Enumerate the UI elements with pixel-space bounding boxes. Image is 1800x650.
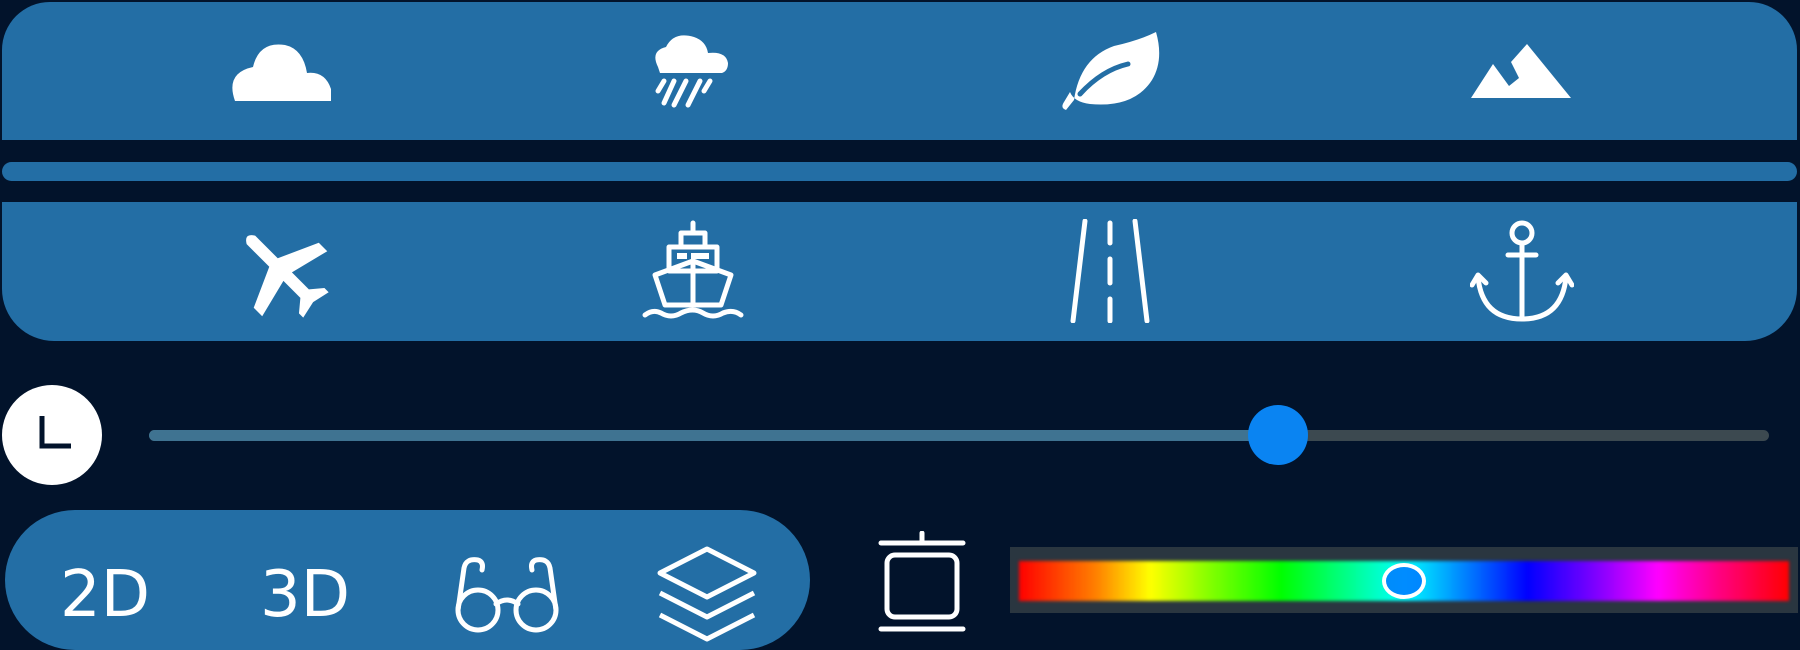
layers-icon xyxy=(657,546,757,642)
layers-button[interactable] xyxy=(647,540,767,650)
airplane-icon xyxy=(246,235,329,318)
time-slider-fill xyxy=(149,430,1279,441)
cloud-layer-button[interactable] xyxy=(221,16,341,126)
vegetation-layer-button[interactable] xyxy=(1052,16,1172,126)
road-layer-button[interactable] xyxy=(1050,216,1170,326)
port-layer-button[interactable] xyxy=(1462,216,1582,326)
transport-layer-panel xyxy=(2,202,1797,341)
frame-icon xyxy=(878,531,966,632)
leaf-icon xyxy=(1062,32,1160,110)
time-slider[interactable] xyxy=(149,405,1769,465)
cloud-icon xyxy=(232,44,331,101)
rain-layer-button[interactable] xyxy=(632,16,752,126)
clock-button[interactable] xyxy=(2,385,102,485)
ship-layer-button[interactable] xyxy=(633,216,753,326)
rain-cloud-icon xyxy=(655,35,728,108)
anchor-icon xyxy=(1470,220,1574,322)
clock-icon xyxy=(39,416,71,449)
stereo-view-button[interactable] xyxy=(447,540,567,650)
air-traffic-layer-button[interactable] xyxy=(222,216,342,326)
road-icon xyxy=(1070,219,1150,323)
view-mode-panel: 2D 3D xyxy=(5,510,810,650)
frame-tool-button[interactable] xyxy=(868,528,976,638)
2d-view-button[interactable]: 2D xyxy=(30,540,180,650)
mountain-icon xyxy=(1471,44,1571,98)
weather-layer-panel xyxy=(2,2,1797,140)
glasses-icon xyxy=(455,557,559,633)
ship-icon xyxy=(642,220,744,319)
color-picker[interactable] xyxy=(1010,547,1798,613)
time-slider-thumb[interactable] xyxy=(1248,405,1309,465)
3d-view-button[interactable]: 3D xyxy=(230,540,380,650)
terrain-layer-button[interactable] xyxy=(1462,16,1582,126)
color-picker-thumb[interactable] xyxy=(1381,563,1426,599)
panel-divider xyxy=(2,162,1797,181)
